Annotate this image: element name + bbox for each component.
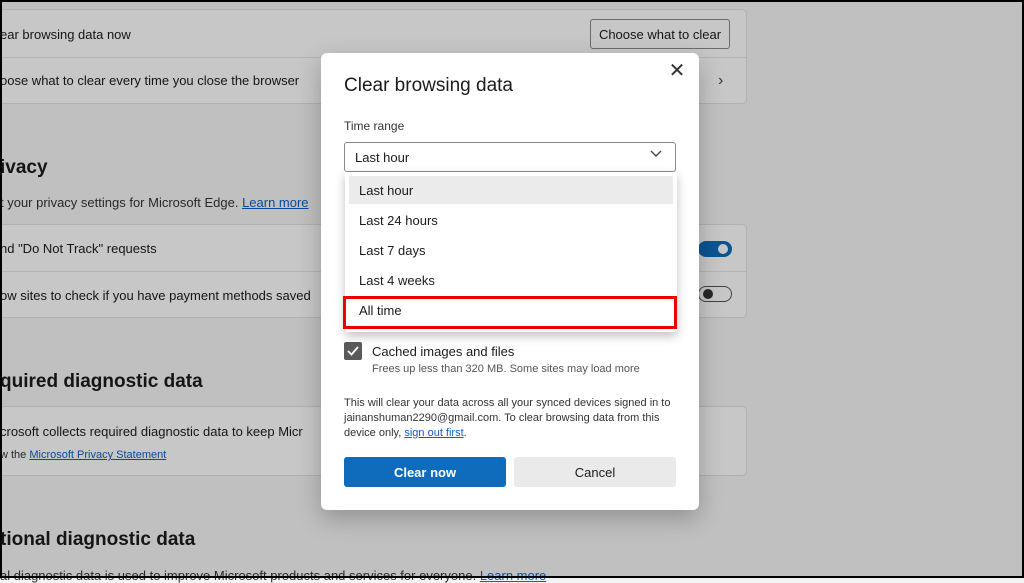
option-last-24-hours[interactable]: Last 24 hours xyxy=(349,206,673,234)
clear-now-button[interactable]: Clear now xyxy=(344,457,506,487)
option-all-time[interactable]: All time xyxy=(349,296,673,324)
info-end: . xyxy=(463,427,467,439)
time-range-select[interactable]: Last hour xyxy=(344,142,676,172)
info-text: This will clear your data across all you… xyxy=(344,397,671,439)
cached-images-checkbox[interactable] xyxy=(344,342,362,360)
option-last-4-weeks[interactable]: Last 4 weeks xyxy=(349,266,673,294)
option-last-hour[interactable]: Last hour xyxy=(349,176,673,204)
clear-browsing-data-dialog: ✕ Clear browsing data Time range Last ho… xyxy=(321,53,699,510)
cached-images-description: Frees up less than 320 MB. Some sites ma… xyxy=(372,363,640,375)
chevron-down-icon xyxy=(649,147,663,164)
sign-out-link[interactable]: sign out first xyxy=(404,427,463,439)
time-range-dropdown: Last hour Last 24 hours Last 7 days Last… xyxy=(345,172,677,332)
close-icon[interactable]: ✕ xyxy=(665,59,689,83)
time-range-value: Last hour xyxy=(355,149,410,165)
option-last-7-days[interactable]: Last 7 days xyxy=(349,236,673,264)
dialog-title: Clear browsing data xyxy=(344,75,513,96)
sync-info-text: This will clear your data across all you… xyxy=(344,396,680,441)
time-range-label: Time range xyxy=(344,119,405,133)
cached-images-label: Cached images and files xyxy=(372,344,515,359)
cancel-button[interactable]: Cancel xyxy=(514,457,676,487)
